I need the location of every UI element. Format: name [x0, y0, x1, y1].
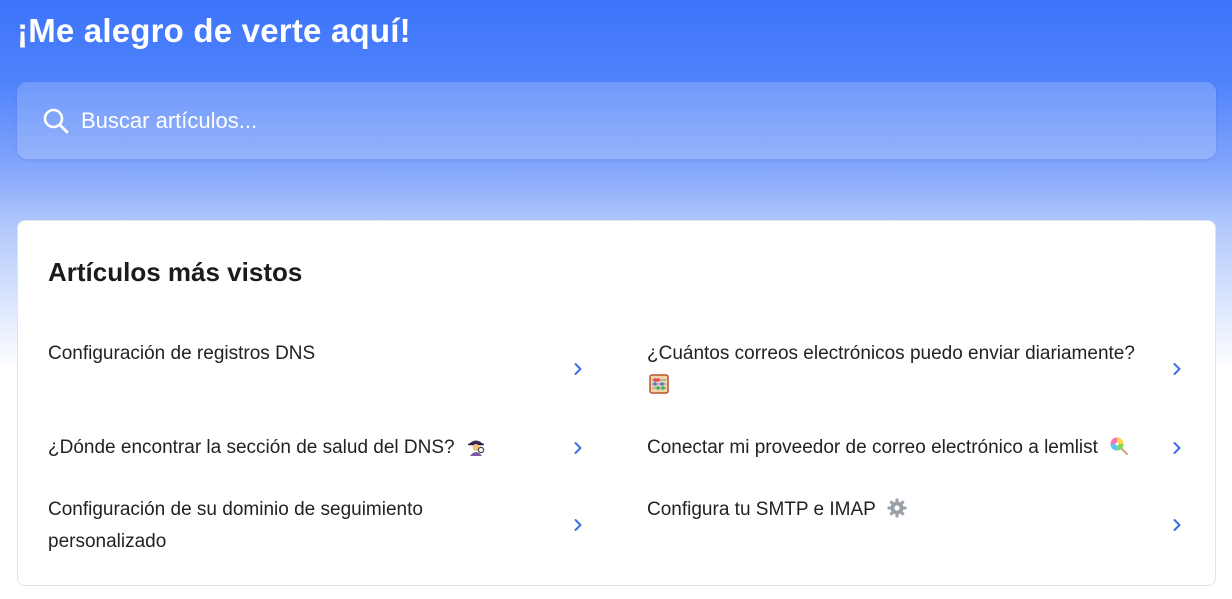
hero-title: ¡Me alegro de verte aquí!: [17, 12, 411, 49]
search-icon: [41, 106, 71, 136]
article-label: Configuración de registros DNS: [48, 343, 316, 364]
chevron-right-icon: [572, 441, 584, 455]
abacus-icon: [649, 374, 669, 394]
article-label: ¿Dónde encontrar la sección de salud del…: [48, 437, 455, 458]
article-link-dns-health[interactable]: ¿Dónde encontrar la sección de salud del…: [48, 432, 584, 464]
article-label: Conectar mi proveedor de correo electrón…: [647, 437, 1098, 458]
article-link-daily-emails[interactable]: ¿Cuántos correos electrónicos puedo envi…: [647, 338, 1183, 400]
popular-articles-title: Artículos más vistos: [48, 257, 303, 287]
help-center-page: ¡Me alegro de verte aquí! Artículos más …: [0, 0, 1232, 599]
detective-icon: [466, 436, 486, 456]
article-label: Configura tu SMTP e IMAP: [647, 499, 876, 520]
article-link-smtp-imap[interactable]: Configura tu SMTP e IMAP: [647, 494, 1183, 558]
chevron-right-icon: [572, 362, 584, 376]
article-label-wrap: ¿Cuántos correos electrónicos puedo envi…: [647, 338, 1167, 402]
article-label-wrap: Conectar mi proveedor de correo electrón…: [647, 432, 1167, 464]
article-link-connect-provider[interactable]: Conectar mi proveedor de correo electrón…: [647, 432, 1183, 464]
lollipop-icon: [1109, 436, 1129, 456]
article-link-dns-records[interactable]: Configuración de registros DNS: [48, 338, 584, 400]
chevron-right-icon: [1171, 362, 1183, 376]
chevron-right-icon: [572, 518, 584, 532]
popular-articles-card: Artículos más vistos Configuración de re…: [17, 220, 1216, 586]
article-label-wrap: ¿Dónde encontrar la sección de salud del…: [48, 432, 568, 464]
search-input[interactable]: [79, 99, 1216, 142]
gear-icon: [887, 498, 907, 518]
chevron-right-icon: [1171, 441, 1183, 455]
article-label: ¿Cuántos correos electrónicos puedo envi…: [647, 343, 1135, 364]
search-bar[interactable]: [17, 82, 1216, 159]
article-link-tracking-domain[interactable]: Configuración de su dominio de seguimien…: [48, 494, 584, 558]
article-label: Configuración de su dominio de seguimien…: [48, 499, 423, 552]
chevron-right-icon: [1171, 518, 1183, 532]
article-label-wrap: Configura tu SMTP e IMAP: [647, 494, 1167, 526]
